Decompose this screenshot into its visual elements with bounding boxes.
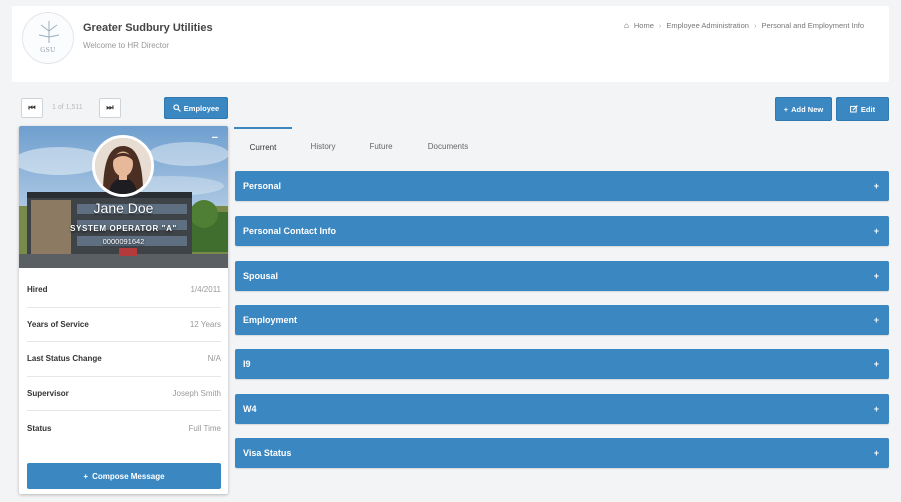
section-visa-status[interactable]: Visa Status + [235,438,889,468]
info-value: N/A [207,354,221,364]
last-record-icon: ⏭ [106,103,114,112]
info-row-status: Status Full Time [27,411,221,446]
expand-icon: + [873,448,879,458]
add-new-button[interactable]: + Add New [775,97,832,121]
section-employment[interactable]: Employment + [235,305,889,335]
first-record-icon: ⏮ [28,103,36,112]
breadcrumb-separator: › [753,21,757,30]
breadcrumb-separator: › [658,21,662,30]
plus-icon: + [83,471,89,481]
search-icon [173,104,181,112]
info-row-supervisor: Supervisor Joseph Smith [27,377,221,411]
section-personal-contact-info[interactable]: Personal Contact Info + [235,216,889,246]
compose-message-label: Compose Message [92,471,165,481]
breadcrumb: ⌂ Home › Employee Administration › Perso… [624,21,864,30]
section-i9[interactable]: I9 + [235,349,889,379]
next-record-button[interactable]: ⏭ [99,98,121,118]
breadcrumb-home[interactable]: Home [634,21,654,30]
info-label: Supervisor [27,388,69,398]
tab-label: Current [249,142,277,152]
breadcrumb-employee-administration[interactable]: Employee Administration [666,21,749,30]
employee-name: Jane Doe [93,200,154,216]
info-value: Joseph Smith [172,388,221,398]
employee-job-title: SYSTEM OPERATOR "A" [70,224,177,233]
tab-documents[interactable]: Documents [416,127,480,165]
employee-id: 0000091642 [102,237,145,246]
record-tabs: Current History Future Documents [234,127,889,165]
profile-hero: − Jane Doe SYSTEM OPERATOR "A" 000009164… [19,126,228,268]
company-logo[interactable]: GSU [22,12,74,64]
employee-search-label: Employee [183,103,220,113]
section-title: I9 [243,359,251,369]
expand-icon: + [873,359,879,369]
info-row-hired: Hired 1/4/2011 [27,273,221,308]
section-title: Personal [243,181,282,191]
previous-record-button[interactable]: ⏮ [21,98,43,118]
edit-label: Edit [860,104,876,114]
employee-photo [95,138,151,194]
employee-summary-list: Hired 1/4/2011 Years of Service 12 Years… [27,273,221,446]
section-personal[interactable]: Personal + [235,171,889,201]
info-label: Last Status Change [27,354,102,364]
logo-mark-icon [38,21,60,43]
info-row-last-status-change: Last Status Change N/A [27,342,221,377]
section-spousal[interactable]: Spousal + [235,261,889,291]
expand-icon: + [873,226,879,236]
header-bar: GSU Greater Sudbury Utilities Welcome to… [12,6,889,82]
info-label: Status [27,423,52,433]
section-title: Spousal [243,271,279,281]
employee-profile-card: − Jane Doe SYSTEM OPERATOR "A" 000009164… [19,126,228,494]
info-value: 1/4/2011 [190,285,221,295]
info-value: Full Time [188,423,221,433]
tab-current[interactable]: Current [234,127,292,165]
section-title: W4 [243,404,257,414]
record-position: 1 of 1,511 [52,104,83,111]
info-label: Years of Service [27,319,89,329]
edit-button[interactable]: Edit [836,97,889,121]
logo-text: GSU [40,46,56,54]
employee-search-button[interactable]: Employee [164,97,228,119]
edit-icon [850,105,858,113]
expand-icon: + [873,315,879,325]
expand-icon: + [873,404,879,414]
tab-future[interactable]: Future [358,127,404,165]
collapse-card-button[interactable]: − [212,132,218,144]
organization-name: Greater Sudbury Utilities [83,22,213,34]
breadcrumb-current-page: Personal and Employment Info [761,21,864,30]
section-w4[interactable]: W4 + [235,394,889,424]
tab-label: Future [369,141,393,151]
tab-label: Documents [427,141,469,151]
add-new-label: Add New [791,104,824,114]
expand-icon: + [873,181,879,191]
info-value: 12 Years [189,319,221,329]
tab-label: History [310,141,336,151]
info-row-years-of-service: Years of Service 12 Years [27,308,221,342]
info-label: Hired [27,285,48,295]
compose-message-button[interactable]: + Compose Message [27,463,221,489]
tab-history[interactable]: History [298,127,348,165]
section-title: Visa Status [243,448,292,458]
plus-icon: + [783,104,789,114]
expand-icon: + [873,271,879,281]
welcome-text: Welcome to HR Director [83,41,170,50]
home-icon: ⌂ [624,21,629,30]
employee-avatar[interactable] [92,135,154,197]
section-title: Employment [243,315,298,325]
section-title: Personal Contact Info [243,226,337,236]
